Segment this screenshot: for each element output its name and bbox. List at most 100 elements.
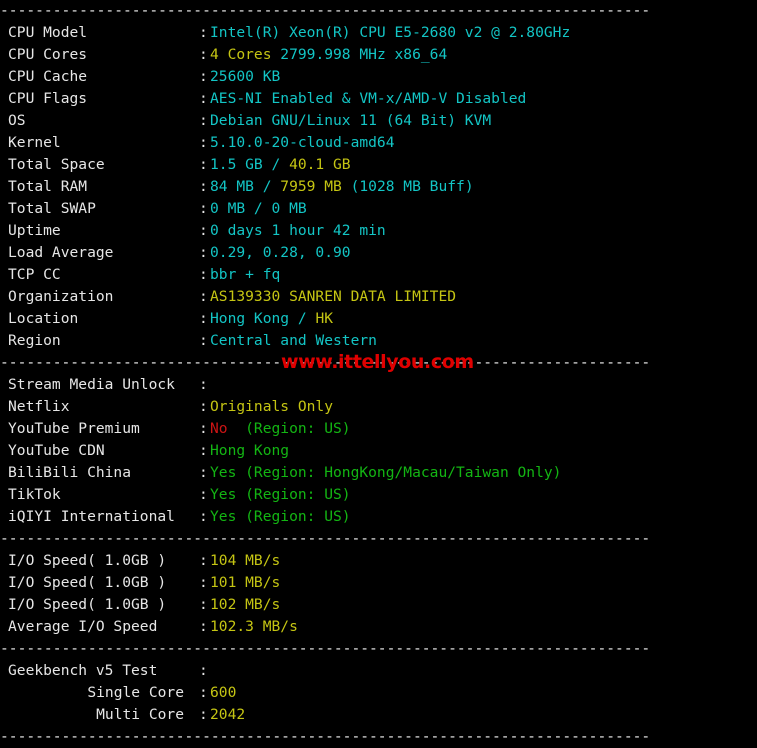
value-segment: 4 Cores xyxy=(210,46,281,63)
row-value: Debian GNU/Linux 11 (64 Bit) KVM xyxy=(210,110,491,132)
row-value: 1.5 GB / 40.1 GB xyxy=(210,154,351,176)
value-segment: 2042 xyxy=(210,706,246,723)
system-info-row: CPU Cores:4 Cores 2799.998 MHz x86_64 xyxy=(0,44,757,66)
row-value: Hong Kong / HK xyxy=(210,308,333,330)
value-segment: Debian GNU/Linux 11 (64 Bit) KVM xyxy=(210,112,492,129)
row-label: I/O Speed( 1.0GB ) xyxy=(8,574,167,591)
system-info-row: Total Space:1.5 GB / 40.1 GB xyxy=(0,154,757,176)
row-value: AES-NI Enabled & VM-x/AMD-V Disabled xyxy=(210,88,526,110)
row-label: TCP CC xyxy=(8,266,61,283)
stream-media-row: iQIYI International: Yes (Region: US) xyxy=(0,506,757,528)
value-segment: Originals Only xyxy=(210,398,334,415)
value-segment: 102 MB/s xyxy=(210,596,281,613)
stream-media-row: YouTube CDN: Hong Kong xyxy=(0,440,757,462)
system-info-row: Region: Central and Western xyxy=(0,330,757,352)
row-colon: : xyxy=(199,288,208,305)
row-value: Central and Western xyxy=(210,330,377,352)
io-speed-row: I/O Speed( 1.0GB ):101 MB/s xyxy=(0,572,757,594)
row-label: I/O Speed( 1.0GB ) xyxy=(8,596,167,613)
geekbench-section: Geekbench v5 Test: Single Core:600 Multi C… xyxy=(0,660,757,726)
row-value: Yes (Region: US) xyxy=(210,506,351,528)
row-label: Region xyxy=(8,332,61,349)
separator-dashes: ----------------------------------------… xyxy=(0,2,651,19)
row-label: Total Space xyxy=(8,156,105,173)
row-value: 0 MB / 0 MB xyxy=(210,198,307,220)
stream-media-row: BiliBili China: Yes (Region: HongKong/Mac… xyxy=(0,462,757,484)
row-colon: : xyxy=(199,178,208,195)
system-info-row: CPU Model: Intel(R) Xeon(R) CPU E5-2680 v… xyxy=(0,22,757,44)
row-colon: : xyxy=(199,552,208,569)
row-colon: : xyxy=(199,156,208,173)
stream-media-header-row: Stream Media Unlock: xyxy=(0,374,757,396)
value-segment: 7959 MB xyxy=(280,178,351,195)
stream-media-row: YouTube Premium: No (Region: US) xyxy=(0,418,757,440)
system-info-row: Kernel:5.10.0-20-cloud-amd64 xyxy=(0,132,757,154)
site-watermark: www.ittellyou.com xyxy=(281,351,474,373)
value-segment: 1.5 GB / xyxy=(210,156,290,173)
row-label: Kernel xyxy=(8,134,61,151)
value-segment: 2799.998 MHz x86_64 xyxy=(280,46,448,63)
value-segment: 104 MB/s xyxy=(210,552,281,569)
row-colon: : xyxy=(199,684,208,701)
row-value: 102.3 MB/s xyxy=(210,616,298,638)
separator-top: ----------------------------------------… xyxy=(0,0,757,22)
row-label: YouTube CDN xyxy=(8,442,105,459)
row-colon: : xyxy=(199,200,208,217)
value-segment: 102.3 MB/s xyxy=(210,618,298,635)
io-speed-row: Average I/O Speed:102.3 MB/s xyxy=(0,616,757,638)
system-info-row: Total SWAP:0 MB / 0 MB xyxy=(0,198,757,220)
value-segment: Hong Kong / xyxy=(210,310,316,327)
row-colon: : xyxy=(199,706,208,723)
row-colon: : xyxy=(199,310,208,327)
row-colon: : xyxy=(199,398,208,415)
value-segment: 0.29, 0.28, 0.90 xyxy=(210,244,351,261)
row-label: YouTube Premium xyxy=(8,420,140,437)
row-label: CPU Cache xyxy=(8,68,88,85)
value-segment: 25600 KB xyxy=(210,68,281,85)
system-info-row: Uptime:0 days 1 hour 42 min xyxy=(0,220,757,242)
row-label: BiliBili China xyxy=(8,464,132,481)
value-segment: 84 MB / xyxy=(210,178,281,195)
row-label: Stream Media Unlock xyxy=(8,376,175,393)
value-segment: (Region: US) xyxy=(236,420,351,437)
value-segment: AS139330 SANREN DATA LIMITED xyxy=(210,288,457,305)
row-colon: : xyxy=(199,574,208,591)
row-colon: : xyxy=(199,486,208,503)
io-speed-row: I/O Speed( 1.0GB ):102 MB/s xyxy=(0,594,757,616)
separator-dashes: ----------------------------------------… xyxy=(0,728,651,745)
geekbench-row: Single Core:600 xyxy=(0,682,757,704)
system-info-row: Load Average:0.29, 0.28, 0.90 xyxy=(0,242,757,264)
row-label: Multi Core xyxy=(96,706,184,723)
value-segment: Yes (Region: HongKong/Macau/Taiwan Only) xyxy=(210,464,562,481)
system-info-row: Organization: AS139330 SANREN DATA LIMITE… xyxy=(0,286,757,308)
row-colon: : xyxy=(199,332,208,349)
row-label: TikTok xyxy=(8,486,61,503)
row-colon: : xyxy=(199,420,208,437)
separator-dashes: ----------------------------------------… xyxy=(0,640,651,657)
row-colon: : xyxy=(199,442,208,459)
row-label: Geekbench v5 Test xyxy=(8,662,158,679)
row-value: Yes (Region: US) xyxy=(210,484,351,506)
value-segment: Intel(R) Xeon(R) CPU E5-2680 v2 @ 2.80GH… xyxy=(210,24,571,41)
row-colon: : xyxy=(199,376,208,393)
value-segment: Yes (Region: US) xyxy=(210,508,351,525)
row-colon: : xyxy=(199,244,208,261)
value-segment: bbr + fq xyxy=(210,266,281,283)
row-label: I/O Speed( 1.0GB ) xyxy=(8,552,167,569)
system-info-row: Total RAM:84 MB / 7959 MB (1028 MB Buff) xyxy=(0,176,757,198)
system-info-row: CPU Cache:25600 KB xyxy=(0,66,757,88)
geekbench-header-row: Geekbench v5 Test: xyxy=(0,660,757,682)
row-colon: : xyxy=(199,266,208,283)
value-segment: Central and Western xyxy=(210,332,377,349)
row-value: 25600 KB xyxy=(210,66,280,88)
io-speed-row: I/O Speed( 1.0GB ):104 MB/s xyxy=(0,550,757,572)
row-label: CPU Cores xyxy=(8,46,88,63)
row-label: Load Average xyxy=(8,244,114,261)
row-value: Yes (Region: HongKong/Macau/Taiwan Only) xyxy=(210,462,561,484)
value-segment: (1028 MB Buff) xyxy=(350,178,474,195)
row-label: CPU Flags xyxy=(8,90,88,107)
row-colon: : xyxy=(199,662,208,679)
row-value: Intel(R) Xeon(R) CPU E5-2680 v2 @ 2.80GH… xyxy=(210,22,570,44)
separator-geekbench: ----------------------------------------… xyxy=(0,638,757,660)
system-info-section: CPU Model: Intel(R) Xeon(R) CPU E5-2680 v… xyxy=(0,22,757,352)
